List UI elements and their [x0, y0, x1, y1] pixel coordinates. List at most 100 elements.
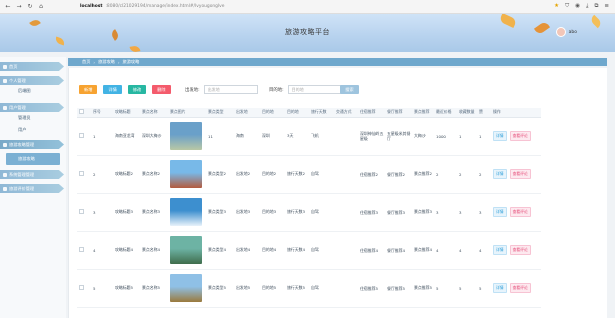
cell-like: 4: [477, 231, 491, 270]
cell-scenic: 景点推荐5: [412, 269, 434, 308]
row-detail-button[interactable]: 详情: [493, 131, 507, 141]
row-detail-button[interactable]: 详情: [493, 207, 507, 217]
forward-icon[interactable]: →: [16, 3, 22, 10]
cell-idx: 2: [91, 155, 113, 194]
row-checkbox[interactable]: [79, 171, 84, 176]
sidebar-subitem-guide[interactable]: 旅游攻略: [6, 153, 60, 165]
shield-icon[interactable]: ⛉: [565, 3, 569, 10]
row-checkbox-cell[interactable]: [77, 117, 91, 156]
sidebar-subitem-admin[interactable]: 管理员: [0, 112, 66, 124]
address-bar[interactable]: localhost:8080/cl21029194/manage/index.h…: [80, 4, 224, 9]
column-header: 目的地: [285, 108, 309, 118]
username: abo: [568, 29, 577, 35]
menu-icon[interactable]: ≡: [604, 3, 609, 10]
sidebar-item-personal[interactable]: 个人管理: [0, 76, 64, 85]
cell-hotel: 住宿推荐4: [358, 231, 385, 270]
reload-icon[interactable]: ↻: [27, 3, 33, 10]
header-checkbox-cell[interactable]: [77, 108, 91, 118]
row-review-button[interactable]: 查看评论: [509, 207, 531, 217]
table-row[interactable]: 4 攻略标题4 景点名称4 景点类型4 出发地4 目的地4 旅行天数4 自驾 住宿推荐4 餐厅推荐…: [77, 231, 541, 270]
table-row[interactable]: 5 攻略标题5 景点名称5 景点类型5 出发地5 目的地5 旅行天数5 自驾 住宿推荐5 餐厅推荐…: [77, 269, 541, 308]
sidebar-subitem-backend[interactable]: 后端图: [0, 85, 66, 97]
row-review-button[interactable]: 查看评论: [509, 245, 531, 255]
row-review-button[interactable]: 查看评论: [509, 169, 531, 179]
cell-type: 11: [206, 117, 234, 156]
to-filter: 目的地: 目的地: [269, 85, 342, 94]
cell-fav: 5: [457, 269, 477, 308]
sidebar-subitem-user[interactable]: 用户: [0, 124, 66, 136]
download-icon[interactable]: ⤓: [586, 3, 588, 10]
actions-cell: 详情 查看评论: [491, 269, 541, 308]
select-all-checkbox[interactable]: [79, 109, 84, 115]
spot-image-cell: [168, 117, 206, 156]
actions-cell: 详情 查看评论: [491, 155, 541, 194]
cell-to2: 3天: [285, 117, 309, 156]
row-checkbox[interactable]: [79, 133, 84, 138]
row-review-button[interactable]: 查看评论: [509, 131, 531, 141]
to-input[interactable]: 目的地: [287, 85, 342, 94]
row-review-button[interactable]: 查看评论: [509, 283, 531, 293]
spot-image-cell: [168, 269, 206, 308]
breadcrumb-current: 旅游攻略: [122, 59, 140, 64]
spot-thumbnail[interactable]: [170, 274, 202, 302]
table-row[interactable]: 3 攻略标题3 景点名称3 景点类型3 出发地3 目的地3 旅行天数3 自驾 住宿推荐3 餐厅推荐…: [77, 193, 541, 232]
map-icon: [3, 142, 7, 147]
row-checkbox[interactable]: [79, 285, 84, 290]
row-detail-button[interactable]: 详情: [493, 169, 507, 179]
cell-fav: 1: [457, 117, 477, 156]
delete-button[interactable]: 删除: [152, 85, 171, 94]
edit-button[interactable]: 修改: [127, 85, 147, 94]
column-header: 景点图片: [168, 108, 206, 118]
actions-cell: 详情 查看评论: [491, 231, 541, 270]
row-checkbox[interactable]: [79, 209, 84, 214]
sidebar-item-reviews[interactable]: 旅游评价管理: [0, 184, 64, 193]
row-detail-button[interactable]: 详情: [493, 283, 507, 293]
spot-thumbnail[interactable]: [170, 160, 202, 188]
column-header: 赞: [477, 108, 491, 118]
sidebar-subitem-label: 后端图: [18, 88, 31, 93]
avatar[interactable]: [555, 27, 566, 37]
cell-type: 景点类型3: [206, 193, 234, 232]
spot-thumbnail[interactable]: [170, 236, 202, 264]
sidebar-item-guides[interactable]: 旅游攻略管理: [0, 140, 64, 149]
bookmark-star-icon[interactable]: ★: [554, 3, 559, 10]
account-icon[interactable]: ◉: [575, 3, 580, 10]
sidebar-item-system[interactable]: 系统管理管理: [0, 170, 64, 179]
row-checkbox-cell[interactable]: [77, 193, 91, 232]
sidebar-subitem-label: 用户: [18, 127, 27, 132]
row-checkbox-cell[interactable]: [77, 231, 91, 270]
table-row[interactable]: 1 海南亚龙湾 深圳大梅沙 11 海南 深圳 3天 飞机 深圳神仙岭五星级 五星级米其餐厅 大梅沙 1…: [77, 117, 541, 156]
cell-from: 出发地4: [234, 231, 260, 270]
sidebar-item-home[interactable]: 首页: [0, 62, 64, 71]
cell-food: 五星级米其餐厅: [385, 117, 412, 156]
app-header: 旅游攻略平台 abo: [0, 14, 615, 52]
home-icon[interactable]: ⌂: [38, 3, 44, 10]
breadcrumb-home[interactable]: 首页: [82, 59, 90, 65]
row-checkbox-cell[interactable]: [77, 269, 91, 308]
spot-thumbnail[interactable]: [170, 198, 202, 226]
extensions-icon[interactable]: ⧉: [594, 3, 598, 10]
cell-spot: 景点名称5: [140, 269, 168, 308]
guide-table: 序号 攻略标题 景点名称 景点图片 景点类型 出发地 目的地 目的地 旅行天数 …: [77, 108, 541, 308]
spot-thumbnail[interactable]: [170, 122, 202, 150]
comment-icon: [3, 186, 7, 191]
sidebar-item-users[interactable]: 用户管理: [0, 103, 64, 112]
row-checkbox[interactable]: [79, 247, 84, 252]
table-row[interactable]: 2 攻略标题2 景点名称2 景点类型2 出发地2 目的地2 旅行天数2 自驾 住宿推荐2 餐厅推荐…: [77, 155, 541, 194]
sidebar-subitem-label: 管理员: [18, 115, 31, 120]
user-menu[interactable]: abo: [555, 27, 577, 37]
cell-type: 景点类型2: [206, 155, 234, 194]
cell-from: 海南: [234, 117, 260, 156]
row-detail-button[interactable]: 详情: [493, 245, 507, 255]
back-icon[interactable]: ←: [5, 3, 11, 10]
add-button[interactable]: 新增: [79, 85, 98, 94]
breadcrumb-item[interactable]: 旅游攻略: [98, 59, 115, 65]
cell-to: 目的地3: [260, 193, 285, 232]
from-input[interactable]: 出发地: [203, 85, 258, 94]
to-label: 目的地:: [269, 87, 284, 93]
column-header: 景点名称: [140, 108, 168, 118]
search-button[interactable]: 搜索: [340, 85, 359, 94]
row-checkbox-cell[interactable]: [77, 155, 91, 194]
cell-to: 目的地4: [260, 231, 285, 270]
detail-button[interactable]: 详情: [103, 85, 122, 94]
